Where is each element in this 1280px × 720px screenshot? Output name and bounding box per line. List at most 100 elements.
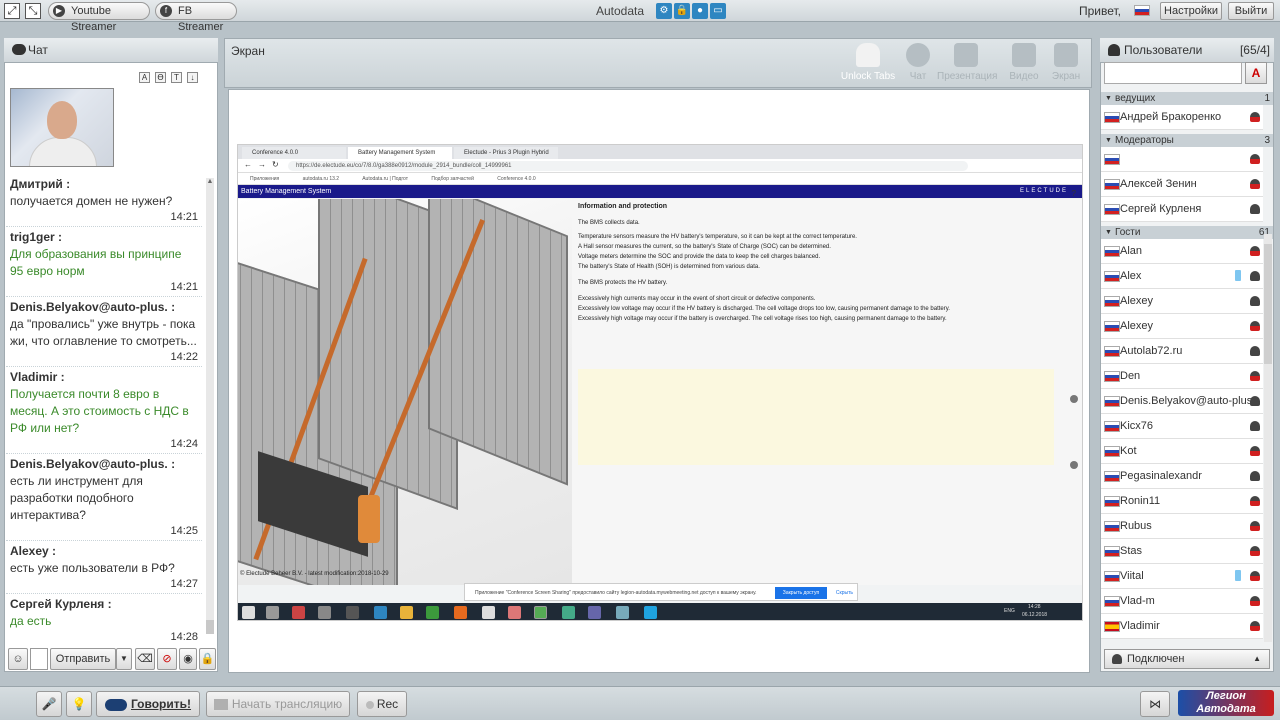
user-row[interactable]: Ronin11	[1101, 489, 1263, 514]
bookmark-item[interactable]: autodata.ru 13.2	[303, 176, 339, 182]
user-status-icon[interactable]	[1250, 321, 1260, 331]
user-row[interactable]: Stas	[1101, 539, 1263, 564]
taskbar-app-icon[interactable]	[508, 606, 521, 619]
user-status-icon[interactable]	[1250, 571, 1260, 581]
emoji-icon[interactable]: ☺	[8, 648, 28, 670]
taskbar-app-icon[interactable]	[292, 606, 305, 619]
taskbar-app-icon[interactable]	[318, 606, 331, 619]
color-icon[interactable]: Ɵ	[155, 72, 166, 83]
answer-area[interactable]	[578, 369, 1054, 465]
share-icon[interactable]: ⋈	[1140, 691, 1170, 717]
chat-input[interactable]	[30, 648, 48, 670]
user-status-icon[interactable]	[1250, 421, 1260, 431]
lightbulb-icon[interactable]: 💡	[66, 691, 92, 717]
browser-tab[interactable]: Electude - Prius 3 Plugin Hybrid	[454, 147, 558, 159]
user-row[interactable]: Alan	[1101, 239, 1263, 264]
settings-button[interactable]: Настройки	[1160, 2, 1222, 20]
user-status-icon[interactable]	[1250, 112, 1260, 122]
fb-streamer-button[interactable]: f FB Streamer	[155, 2, 237, 33]
scroll-thumb[interactable]	[206, 620, 214, 634]
users-scrollbar[interactable]	[1264, 234, 1272, 642]
record-button[interactable]: Rec	[357, 691, 407, 717]
reload-icon[interactable]: ↻	[272, 160, 279, 169]
taskbar-app-icon[interactable]	[346, 606, 359, 619]
taskbar-app-icon[interactable]	[482, 606, 495, 619]
user-row[interactable]: Alexey	[1101, 314, 1263, 339]
talk-button[interactable]: Говорить!	[96, 691, 200, 717]
text-style-icon[interactable]: T	[171, 72, 182, 83]
url-field[interactable]: https://de.electude.eu/co/7/8.0/ga388e09…	[288, 161, 968, 171]
microphone-icon[interactable]: 🎤	[36, 691, 62, 717]
ie-icon[interactable]	[374, 606, 387, 619]
user-row[interactable]: Андрей Бракоренко	[1101, 105, 1263, 130]
presentation-tab-button[interactable]: Презентация	[937, 43, 997, 82]
forward-arrow-icon[interactable]: →	[258, 160, 266, 169]
user-row[interactable]: Rubus	[1101, 514, 1263, 539]
block-icon[interactable]: ⊘	[157, 648, 177, 670]
taskbar-app-icon[interactable]	[588, 606, 601, 619]
font-size-icon[interactable]: A	[139, 72, 150, 83]
bookmark-item[interactable]: Conference 4.0.0	[497, 176, 535, 182]
down-arrow-icon[interactable]	[1070, 461, 1078, 469]
user-group-header[interactable]: ▼ Модераторы 3	[1101, 134, 1273, 147]
taskbar-app-icon[interactable]	[426, 606, 439, 619]
user-row[interactable]: Алексей Зенин	[1101, 172, 1263, 197]
skype-icon[interactable]	[644, 606, 657, 619]
eye-icon[interactable]: ◉	[179, 648, 197, 670]
bookmark-item[interactable]: Autodata.ru | Подгот	[362, 176, 408, 182]
browser-tab-active[interactable]: Battery Management System	[348, 147, 452, 159]
send-button[interactable]: Отправить	[50, 648, 116, 670]
webcam-video[interactable]	[10, 88, 114, 167]
user-status-icon[interactable]	[1250, 596, 1260, 606]
scroll-up-icon[interactable]: ▲	[206, 178, 214, 190]
taskbar-app-icon[interactable]	[266, 606, 279, 619]
user-status-icon[interactable]	[1250, 154, 1260, 164]
logout-button[interactable]: Выйти	[1228, 2, 1274, 20]
settings-gear-icon[interactable]: ⚙	[656, 3, 672, 19]
user-row[interactable]: Vladimir	[1101, 614, 1263, 639]
chrome-icon[interactable]	[534, 606, 547, 619]
help-icon[interactable]: ?	[1072, 189, 1076, 198]
user-row[interactable]: Autolab72.ru	[1101, 339, 1263, 364]
exit-fullscreen-icon[interactable]: ⤡	[25, 3, 41, 19]
keyboard-language[interactable]: ENG	[1004, 608, 1015, 614]
user-status-icon[interactable]	[1250, 246, 1260, 256]
send-options-chevron-icon[interactable]: ▼	[116, 648, 132, 670]
user-search-input[interactable]	[1104, 62, 1242, 84]
back-arrow-icon[interactable]: ←	[244, 160, 252, 169]
screen-icon[interactable]: ▭	[710, 3, 726, 19]
user-row[interactable]: Pegasinalexandr	[1101, 464, 1263, 489]
screen-tab-button[interactable]: Экран	[1037, 43, 1095, 82]
hide-notification-link[interactable]: Скрыть	[836, 587, 853, 599]
eraser-icon[interactable]: ⌫	[135, 648, 155, 670]
user-group-header[interactable]: ▼ Гости 61	[1101, 226, 1273, 239]
taskbar-date[interactable]: 06.12.2018	[1022, 612, 1047, 618]
user-status-icon[interactable]	[1250, 546, 1260, 556]
record-icon[interactable]: ●	[692, 3, 708, 19]
connection-status-dropdown[interactable]: Подключен ▲	[1104, 649, 1270, 669]
user-status-icon[interactable]	[1250, 371, 1260, 381]
user-row[interactable]: Viital	[1101, 564, 1263, 589]
windows-start-icon[interactable]	[242, 606, 255, 619]
start-broadcast-button[interactable]: Начать трансляцию	[206, 691, 350, 717]
user-status-icon[interactable]	[1250, 271, 1260, 281]
user-group-header[interactable]: ▼ ведущих 1	[1101, 92, 1273, 105]
user-status-icon[interactable]	[1250, 179, 1260, 189]
user-row[interactable]: Сергей Курленя	[1101, 197, 1263, 222]
stop-sharing-button[interactable]: Закрыть доступ	[775, 587, 827, 599]
taskbar-app-icon[interactable]	[562, 606, 575, 619]
user-status-icon[interactable]	[1250, 346, 1260, 356]
users-scroll-thumb[interactable]	[1264, 244, 1272, 364]
user-row[interactable]: Kicx76	[1101, 414, 1263, 439]
user-status-icon[interactable]	[1250, 621, 1260, 631]
user-row[interactable]	[1101, 147, 1263, 172]
user-row[interactable]: Alex	[1101, 264, 1263, 289]
chat-scrollbar[interactable]: ▲	[206, 178, 214, 634]
next-arrow-icon[interactable]	[1070, 395, 1078, 403]
user-row[interactable]: Den	[1101, 364, 1263, 389]
user-row[interactable]: Kot	[1101, 439, 1263, 464]
sort-down-icon[interactable]: ↓	[187, 72, 198, 83]
fullscreen-icon[interactable]: ⤢	[4, 3, 20, 19]
firefox-icon[interactable]	[454, 606, 467, 619]
user-status-icon[interactable]	[1250, 396, 1260, 406]
